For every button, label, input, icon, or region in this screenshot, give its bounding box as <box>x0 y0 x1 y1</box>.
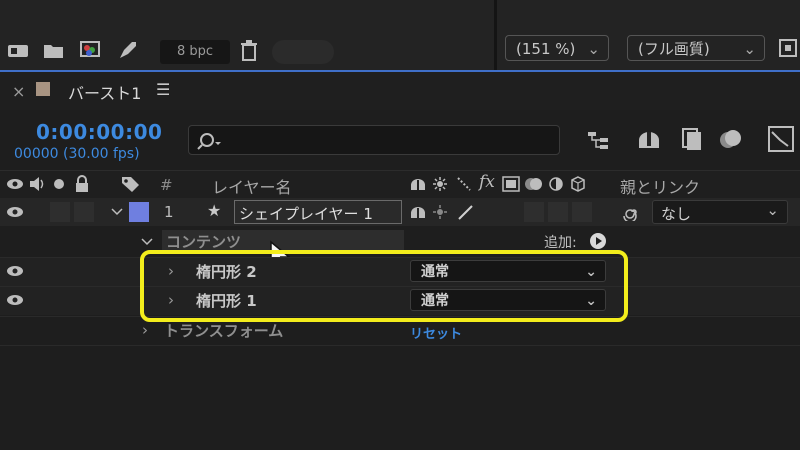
composition-flowchart-icon[interactable] <box>586 128 612 152</box>
comp-color-swatch <box>36 82 50 96</box>
add-label[interactable]: 追加: <box>544 232 577 252</box>
rocket-icon[interactable] <box>116 38 140 62</box>
graph-editor-icon[interactable] <box>766 124 796 154</box>
layer-number-header: # <box>160 176 173 194</box>
motion-blur-header-icon <box>525 178 542 190</box>
chevron-down-icon[interactable] <box>110 206 124 218</box>
visibility-eye-icon[interactable] <box>6 293 24 307</box>
bpc-indicator[interactable]: 8 bpc <box>160 40 230 64</box>
layer-visibility-eye-icon[interactable] <box>6 205 24 219</box>
comp-tab-title[interactable]: バースト1 <box>68 80 141 104</box>
parent-link-header: 親とリンク <box>620 178 701 197</box>
shy-icon <box>411 179 425 190</box>
shy-switch-icon[interactable] <box>410 205 426 219</box>
chevron-down-icon: ⌄ <box>766 201 779 219</box>
pick-whip-icon[interactable] <box>622 203 642 221</box>
layer-name-field[interactable]: シェイプレイヤー 1 <box>234 200 402 224</box>
region-icon[interactable] <box>778 37 800 61</box>
motion-blur-switch[interactable] <box>524 202 544 222</box>
highlight-box <box>140 250 628 322</box>
parent-value: なし <box>661 205 692 223</box>
layer-number: 1 <box>164 203 174 221</box>
viewer-panel-top <box>0 0 800 32</box>
3d-layer-icon <box>571 176 585 192</box>
resolution-dropdown[interactable]: (フル画質) ⌄ <box>627 35 765 61</box>
layer-name-header[interactable]: レイヤー名 <box>212 174 292 198</box>
motion-blur-icon[interactable] <box>718 126 744 152</box>
visibility-eye-icon[interactable] <box>6 264 24 278</box>
play-add-icon[interactable] <box>589 232 607 250</box>
panel-menu-icon[interactable]: ☰ <box>156 80 170 99</box>
folder-icon[interactable] <box>42 40 66 60</box>
quality-switch-icon[interactable] <box>456 203 474 221</box>
panel-divider <box>494 0 497 70</box>
zoom-dropdown[interactable]: (151 %) ⌄ <box>505 35 609 61</box>
layer-name: シェイプレイヤー 1 <box>239 205 373 223</box>
solo-icon[interactable] <box>52 177 66 191</box>
frame-blending-icon[interactable] <box>680 126 704 152</box>
lock-switch[interactable] <box>74 202 94 222</box>
zoom-value: (151 %) <box>516 40 576 58</box>
chevron-down-icon[interactable] <box>140 236 154 248</box>
close-tab-icon[interactable]: × <box>12 82 25 101</box>
chevron-down-icon: ⌄ <box>743 40 756 58</box>
adjustment-switch[interactable] <box>548 202 568 222</box>
audio-icon[interactable] <box>28 176 46 192</box>
trash-icon[interactable] <box>238 39 260 63</box>
lock-icon[interactable] <box>74 175 90 193</box>
toggle-pill[interactable] <box>272 40 334 64</box>
quality-icon <box>457 177 471 191</box>
3d-switch[interactable] <box>572 202 592 222</box>
chevron-right-icon[interactable]: › <box>142 321 148 339</box>
search-icon <box>197 133 221 150</box>
collapse-switch-icon[interactable] <box>432 204 448 220</box>
current-time-display[interactable]: 0:00:00:00 <box>36 120 162 144</box>
adjustment-layer-icon <box>549 177 563 191</box>
fx-icon: fx <box>479 172 495 192</box>
parent-dropdown[interactable]: なし ⌄ <box>652 200 788 224</box>
layer-search-input[interactable] <box>188 125 560 155</box>
video-eye-icon[interactable] <box>6 177 24 191</box>
contents-label: コンテンツ <box>166 233 242 251</box>
shape-layer-star-icon: ★ <box>207 201 222 220</box>
resolution-value: (フル画質) <box>638 40 710 58</box>
transform-reset-link[interactable]: リセット <box>410 323 462 342</box>
collapse-sun-icon <box>433 177 447 191</box>
chevron-down-icon: ⌄ <box>587 40 600 58</box>
frame-blend-header-icon <box>502 176 520 192</box>
shy-layers-icon[interactable] <box>636 126 662 152</box>
solo-switch[interactable] <box>50 202 70 222</box>
color-picker-icon[interactable] <box>78 38 104 62</box>
label-tag-icon[interactable] <box>120 175 142 193</box>
transform-label: トランスフォーム <box>164 322 284 340</box>
layer-label-color[interactable] <box>129 202 149 222</box>
snapshot-icon[interactable] <box>6 40 32 60</box>
frame-rate-display: 00000 (30.00 fps) <box>14 146 140 162</box>
